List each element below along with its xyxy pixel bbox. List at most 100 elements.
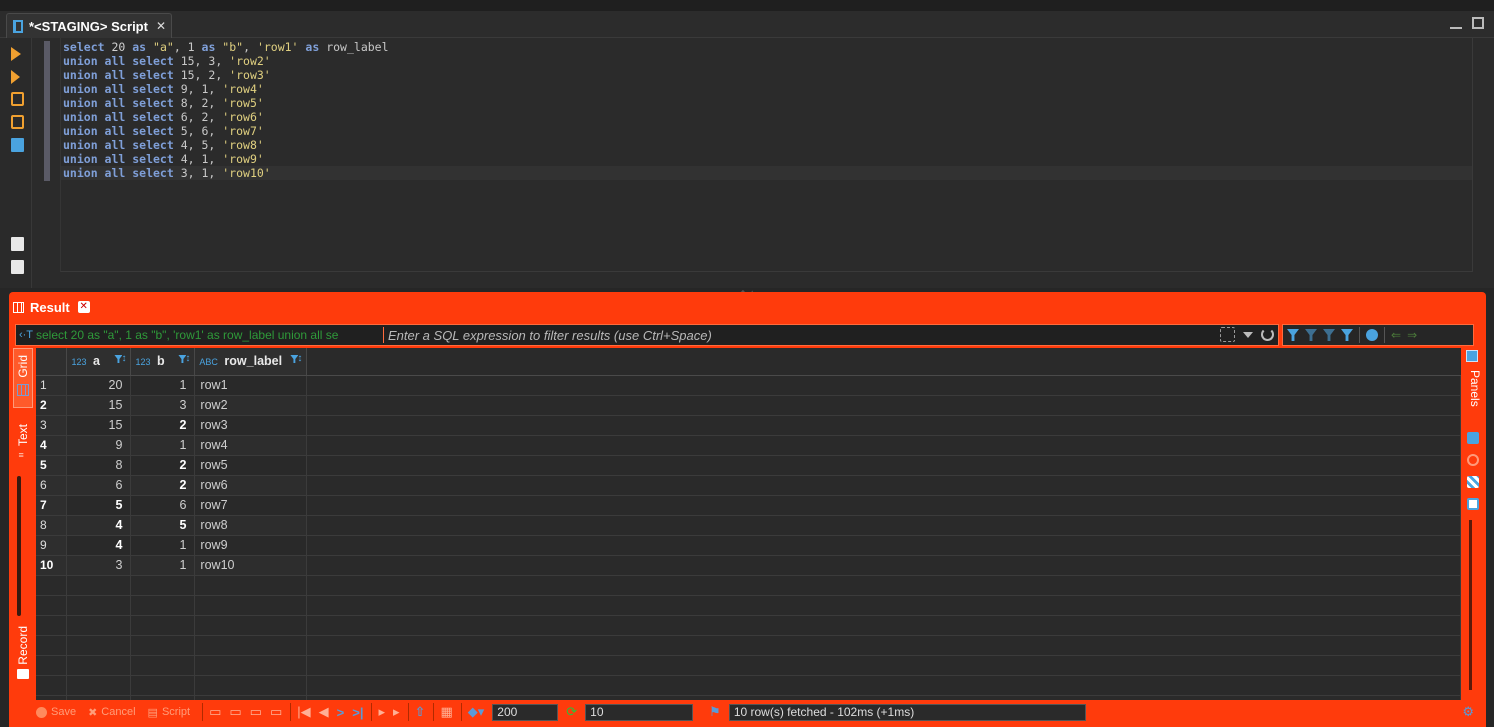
row-number[interactable]: 8 (36, 515, 68, 536)
cell-a[interactable]: 9 (66, 435, 132, 456)
cell-b[interactable]: 2 (130, 455, 196, 476)
cell-row-label[interactable]: row1 (194, 375, 308, 396)
cell-row-label[interactable]: row8 (194, 515, 308, 536)
row-number[interactable]: 1 (36, 375, 68, 396)
fetch-next-icon[interactable]: ▸ (378, 704, 385, 720)
column-header-a[interactable]: 123 a (66, 348, 132, 376)
maximize-icon[interactable] (1472, 17, 1484, 29)
filter-expression-icon[interactable]: ‹·T (16, 329, 36, 341)
column-header-row-label[interactable]: ABC row_label (194, 348, 308, 376)
fetch-size-field[interactable]: 200 (492, 703, 559, 721)
cell-row-label[interactable]: row6 (194, 475, 308, 496)
cell-row-label[interactable]: row7 (194, 495, 308, 516)
table-row[interactable]: 10 3 1 row10 (36, 555, 1461, 576)
table-row[interactable]: 8 4 5 row8 (36, 515, 1461, 536)
table-row[interactable]: 3 15 2 row3 (36, 415, 1461, 436)
cell-row-label[interactable]: row2 (194, 395, 308, 416)
row-number[interactable]: 4 (36, 435, 68, 456)
refresh-icon[interactable] (1261, 328, 1274, 341)
table-row[interactable]: 5 8 2 row5 (36, 455, 1461, 476)
cell-b[interactable]: 3 (130, 395, 196, 416)
cell-row-label[interactable]: row9 (194, 535, 308, 556)
code-line[interactable]: select 20 as "a", 1 as "b", 'row1' as ro… (61, 40, 1472, 54)
execute-statement-new-tab-icon[interactable] (11, 70, 20, 84)
row-number[interactable]: 7 (36, 495, 68, 516)
filter-sort-icon[interactable] (290, 353, 302, 367)
code-line[interactable]: union all select 4, 1, 'row9' (61, 152, 1472, 166)
cell-a[interactable]: 15 (66, 395, 132, 416)
editor-tab-staging-script[interactable]: *<STAGING> Script ✕ (6, 13, 172, 38)
clear-filter-icon[interactable] (1305, 329, 1317, 341)
table-row[interactable]: 6 6 2 row6 (36, 475, 1461, 496)
refresh-icon[interactable]: ⟳ (566, 704, 577, 720)
filter-history-icon[interactable] (1323, 329, 1335, 341)
first-page-icon[interactable]: |◀ (297, 704, 310, 720)
table-row[interactable]: 7 5 6 row7 (36, 495, 1461, 516)
cell-b[interactable]: 5 (130, 515, 196, 536)
cell-b[interactable]: 1 (130, 375, 196, 396)
metadata-icon[interactable] (1467, 454, 1479, 466)
table-row[interactable]: 4 9 1 row4 (36, 435, 1461, 456)
panels-icon[interactable] (1466, 350, 1478, 362)
execute-script-icon[interactable] (11, 92, 24, 106)
delete-row-icon[interactable]: ▭ (270, 704, 282, 720)
code-line[interactable]: union all select 6, 2, 'row6' (61, 110, 1472, 124)
calc-icon[interactable] (1467, 498, 1479, 510)
code-line[interactable]: union all select 5, 6, 'row7' (61, 124, 1472, 138)
cell-b[interactable]: 2 (130, 415, 196, 436)
tab-text[interactable]: Text ≡ (13, 418, 33, 478)
save-button[interactable]: Save (36, 706, 76, 718)
cell-a[interactable]: 4 (66, 535, 132, 556)
table-row[interactable]: 9 4 1 row9 (36, 535, 1461, 556)
code-line[interactable]: union all select 8, 2, 'row5' (61, 96, 1472, 110)
cell-row-label[interactable]: row10 (194, 555, 308, 576)
cell-a[interactable]: 3 (66, 555, 132, 576)
last-page-icon[interactable]: >| (352, 705, 363, 720)
edit-row-icon[interactable]: ▭ (209, 704, 221, 720)
code-line[interactable]: union all select 9, 1, 'row4' (61, 82, 1472, 96)
result-tab[interactable]: Result ✕ (13, 296, 90, 318)
cell-a[interactable]: 5 (66, 495, 132, 516)
load-script-icon[interactable] (11, 260, 24, 274)
grouping-icon[interactable] (1467, 476, 1479, 488)
row-number-header[interactable] (36, 348, 68, 376)
add-row-icon[interactable]: ▭ (229, 704, 241, 720)
result-grid[interactable]: 123 a 123 b ABC row_label (36, 348, 1461, 700)
cell-a[interactable]: 6 (66, 475, 132, 496)
back-arrow-icon[interactable]: ⇐ (1391, 328, 1401, 342)
cell-b[interactable]: 1 (130, 555, 196, 576)
tab-grid[interactable]: Grid (13, 348, 33, 408)
script-button[interactable]: ▤ Script (148, 706, 191, 719)
column-header-b[interactable]: 123 b (130, 348, 196, 376)
export-from-query-icon[interactable] (11, 237, 24, 251)
table-row[interactable]: 1 20 1 row1 (36, 375, 1461, 396)
forward-arrow-icon[interactable]: ⇒ (1407, 328, 1417, 342)
apply-filter-icon[interactable] (1287, 329, 1299, 341)
previous-page-icon[interactable]: ◀ (319, 704, 329, 720)
code-line[interactable]: union all select 15, 3, 'row2' (61, 54, 1472, 68)
table-row[interactable]: 2 15 3 row2 (36, 395, 1461, 416)
row-number[interactable]: 6 (36, 475, 68, 496)
settings-gear-icon[interactable] (1366, 329, 1378, 341)
execute-statement-icon[interactable] (11, 47, 21, 61)
fetch-all-icon[interactable]: ▸ (393, 704, 400, 720)
filter-history-dropdown-icon[interactable] (1243, 331, 1253, 338)
panels-toggle-icon[interactable]: ▦ (440, 704, 452, 720)
row-number[interactable]: 9 (36, 535, 68, 556)
cell-row-label[interactable]: row3 (194, 415, 308, 436)
panels-label[interactable]: Panels (1464, 370, 1482, 407)
filter-sort-icon[interactable] (114, 353, 126, 367)
export-icon[interactable]: ⇧ (415, 704, 426, 720)
cell-b[interactable]: 1 (130, 435, 196, 456)
code-line[interactable]: union all select 4, 5, 'row8' (61, 138, 1472, 152)
row-number[interactable]: 5 (36, 455, 68, 476)
copy-row-icon[interactable]: ▭ (250, 704, 262, 720)
row-number[interactable]: 10 (36, 555, 68, 576)
fetch-size-icon[interactable]: ◆▾ (468, 704, 485, 720)
filter-sort-icon[interactable] (178, 353, 190, 367)
row-count-field[interactable]: 10 (585, 703, 694, 721)
cell-a[interactable]: 20 (66, 375, 132, 396)
panel-settings-icon[interactable]: ⚙ (1462, 704, 1474, 720)
cell-a[interactable]: 8 (66, 455, 132, 476)
row-number[interactable]: 2 (36, 395, 68, 416)
